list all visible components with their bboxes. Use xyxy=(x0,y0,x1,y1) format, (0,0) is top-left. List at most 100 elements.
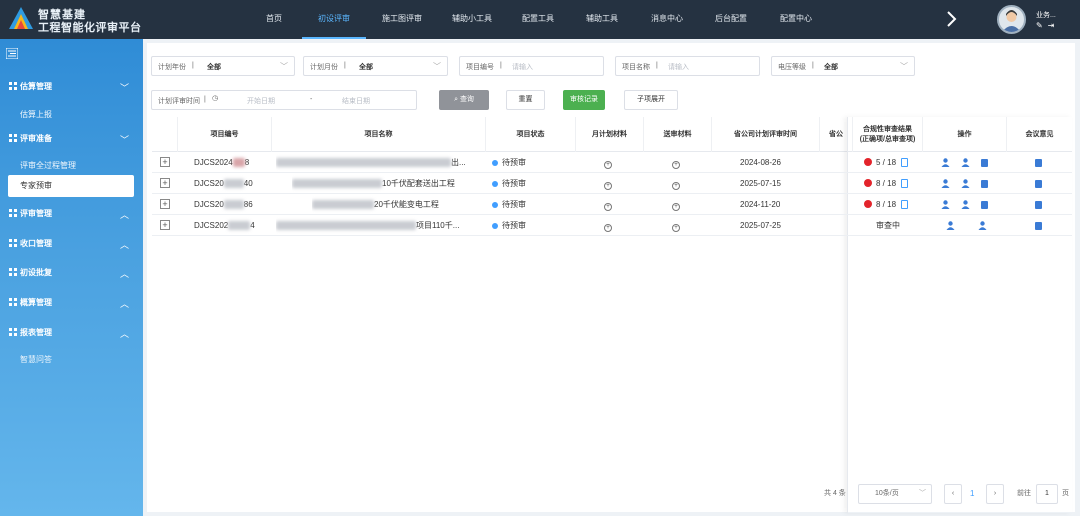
username: 业务... xyxy=(1036,12,1056,19)
avatar[interactable] xyxy=(997,5,1026,34)
review-time: 2025-07-15 xyxy=(740,179,781,188)
sidebar-group-closing-mgmt[interactable]: 收口管理 ︿ xyxy=(0,230,143,256)
plan-year-select[interactable]: 计划年份 | 全部 ﹀ xyxy=(151,56,295,76)
nav-aux-tools[interactable]: 辅助工具 xyxy=(570,0,634,39)
sidebar-group-estimate[interactable]: 估算管理 ﹀ xyxy=(0,73,143,99)
reset-button[interactable]: 重置 xyxy=(506,90,545,110)
page-size-select[interactable]: 10条/页 ﹀ xyxy=(858,484,932,504)
next-page-button[interactable]: › xyxy=(986,484,1004,504)
current-page[interactable]: 1 xyxy=(970,484,974,504)
project-name: 出... xyxy=(451,158,466,167)
user-icon[interactable] xyxy=(961,158,970,168)
document-icon[interactable] xyxy=(901,158,909,168)
file-icon[interactable] xyxy=(1035,179,1042,188)
chevron-up-icon: ︿ xyxy=(120,210,130,220)
user-icon[interactable] xyxy=(946,221,955,231)
status-text: 待预审 xyxy=(502,179,526,188)
grid-icon xyxy=(9,134,17,142)
main-nav: 首页 初设评审 施工图评审 辅助小工具 配置工具 辅助工具 消息中心 后台配置 … xyxy=(246,0,830,39)
nav-config-tools[interactable]: 配置工具 xyxy=(506,0,570,39)
add-circle-icon[interactable]: + xyxy=(672,224,680,232)
file-icon[interactable] xyxy=(981,179,989,188)
file-icon[interactable] xyxy=(981,158,989,167)
sidebar-group-budget-mgmt[interactable]: 概算管理 ︿ xyxy=(0,289,143,315)
sidebar-group-label: 评审管理 xyxy=(20,209,52,218)
sidebar-group-review-prep[interactable]: 评审准备 ﹀ xyxy=(0,125,143,151)
user-icon[interactable] xyxy=(941,158,950,168)
document-icon[interactable] xyxy=(901,179,909,189)
goto-label: 前往 xyxy=(1017,490,1031,497)
sidebar-item-smart-qa[interactable]: 智慧问答 xyxy=(20,354,52,365)
sidebar-group-initial-approval[interactable]: 初设批复 ︿ xyxy=(0,259,143,285)
add-circle-icon[interactable]: + xyxy=(672,161,680,169)
chevron-down-icon: ﹀ xyxy=(280,62,288,71)
add-circle-icon[interactable]: + xyxy=(672,182,680,190)
add-circle-icon[interactable]: + xyxy=(604,182,612,190)
grid-icon xyxy=(9,82,17,90)
menu-collapse-icon[interactable] xyxy=(6,48,18,59)
voltage-level-select[interactable]: 电压等级 | 全部 ﹀ xyxy=(771,56,915,76)
sidebar-item-estimate-report[interactable]: 估算上报 xyxy=(20,109,52,120)
chevron-up-icon: ︿ xyxy=(120,299,130,309)
user-icon[interactable] xyxy=(961,179,970,189)
sidebar-group-label: 估算管理 xyxy=(20,82,52,91)
file-icon[interactable] xyxy=(1035,200,1042,209)
grid-icon xyxy=(9,298,17,306)
file-icon[interactable] xyxy=(981,200,989,209)
review-in-progress: 审查中 xyxy=(876,221,900,230)
chevron-up-icon: ︿ xyxy=(120,329,130,339)
document-icon[interactable] xyxy=(901,200,909,210)
review-time-range[interactable]: 计划评审时间 | ◷ 开始日期 - 结束日期 xyxy=(151,90,417,110)
edit-icon[interactable]: ✎ xyxy=(1036,21,1043,30)
review-time: 2024-08-26 xyxy=(740,158,781,167)
table-row: + DJCS2024 8 出... 待预审 + + 2024-08-26 5 / … xyxy=(152,152,1072,173)
sidebar-group-label: 概算管理 xyxy=(20,298,52,307)
nav-construction-review[interactable]: 施工图评审 xyxy=(366,0,438,39)
sidebar-group-label: 评审准备 xyxy=(20,134,52,143)
error-icon xyxy=(864,178,872,187)
logout-icon[interactable]: ⇥ xyxy=(1048,21,1055,30)
file-icon[interactable] xyxy=(1035,158,1042,167)
project-code-input[interactable]: 项目编号 | 请输入 xyxy=(459,56,604,76)
nav-aux-mini-tools[interactable]: 辅助小工具 xyxy=(438,0,506,39)
nav-message-center[interactable]: 消息中心 xyxy=(634,0,700,39)
query-button[interactable]: ⌕ 查询 xyxy=(439,90,489,110)
review-time: 2024-11-20 xyxy=(740,200,781,209)
user-icon[interactable] xyxy=(978,221,987,231)
expand-row-icon[interactable]: + xyxy=(160,220,170,230)
expand-row-icon[interactable]: + xyxy=(160,199,170,209)
brand-subtitle: 工程智能化评审平台 xyxy=(38,22,142,34)
sidebar-item-review-process[interactable]: 评审全过程管理 xyxy=(20,160,76,171)
file-icon[interactable] xyxy=(1035,221,1042,230)
grid-icon xyxy=(9,328,17,336)
user-icon[interactable] xyxy=(961,200,970,210)
project-name-input[interactable]: 项目名称 | 请输入 xyxy=(615,56,760,76)
audit-records-button[interactable]: 审核记录 xyxy=(563,90,605,110)
sidebar-group-report-mgmt[interactable]: 报表管理 ︿ xyxy=(0,319,143,345)
user-icon[interactable] xyxy=(941,179,950,189)
add-circle-icon[interactable]: + xyxy=(672,203,680,211)
nav-home[interactable]: 首页 xyxy=(246,0,302,39)
nav-config-center[interactable]: 配置中心 xyxy=(762,0,830,39)
prev-page-button[interactable]: ‹ xyxy=(944,484,962,504)
add-circle-icon[interactable]: + xyxy=(604,161,612,169)
expand-row-icon[interactable]: + xyxy=(160,157,170,167)
header-monthly-plan: 月计划材料 xyxy=(575,117,643,152)
sidebar: 估算管理 ﹀ 估算上报 评审准备 ﹀ 评审全过程管理 专家预审 评审管理 ︿ 收… xyxy=(0,39,143,516)
chevron-down-icon: ﹀ xyxy=(120,83,130,93)
expand-children-button[interactable]: 子项展开 xyxy=(624,90,678,110)
chevron-down-icon: ﹀ xyxy=(433,62,441,71)
sidebar-group-label: 收口管理 xyxy=(20,239,52,248)
expand-row-icon[interactable]: + xyxy=(160,178,170,188)
plan-month-select[interactable]: 计划月份 | 全部 ﹀ xyxy=(303,56,448,76)
sidebar-item-expert-prereview[interactable]: 专家预审 xyxy=(8,175,134,197)
sidebar-group-review-mgmt[interactable]: 评审管理 ︿ xyxy=(0,200,143,226)
add-circle-icon[interactable]: + xyxy=(604,224,612,232)
user-icon[interactable] xyxy=(941,200,950,210)
error-icon xyxy=(864,157,872,166)
chevron-right-icon[interactable] xyxy=(944,9,958,29)
nav-preliminary-review[interactable]: 初设评审 xyxy=(302,0,366,39)
goto-page-input[interactable]: 1 xyxy=(1036,484,1058,504)
add-circle-icon[interactable]: + xyxy=(604,203,612,211)
nav-admin-config[interactable]: 后台配置 xyxy=(700,0,762,39)
